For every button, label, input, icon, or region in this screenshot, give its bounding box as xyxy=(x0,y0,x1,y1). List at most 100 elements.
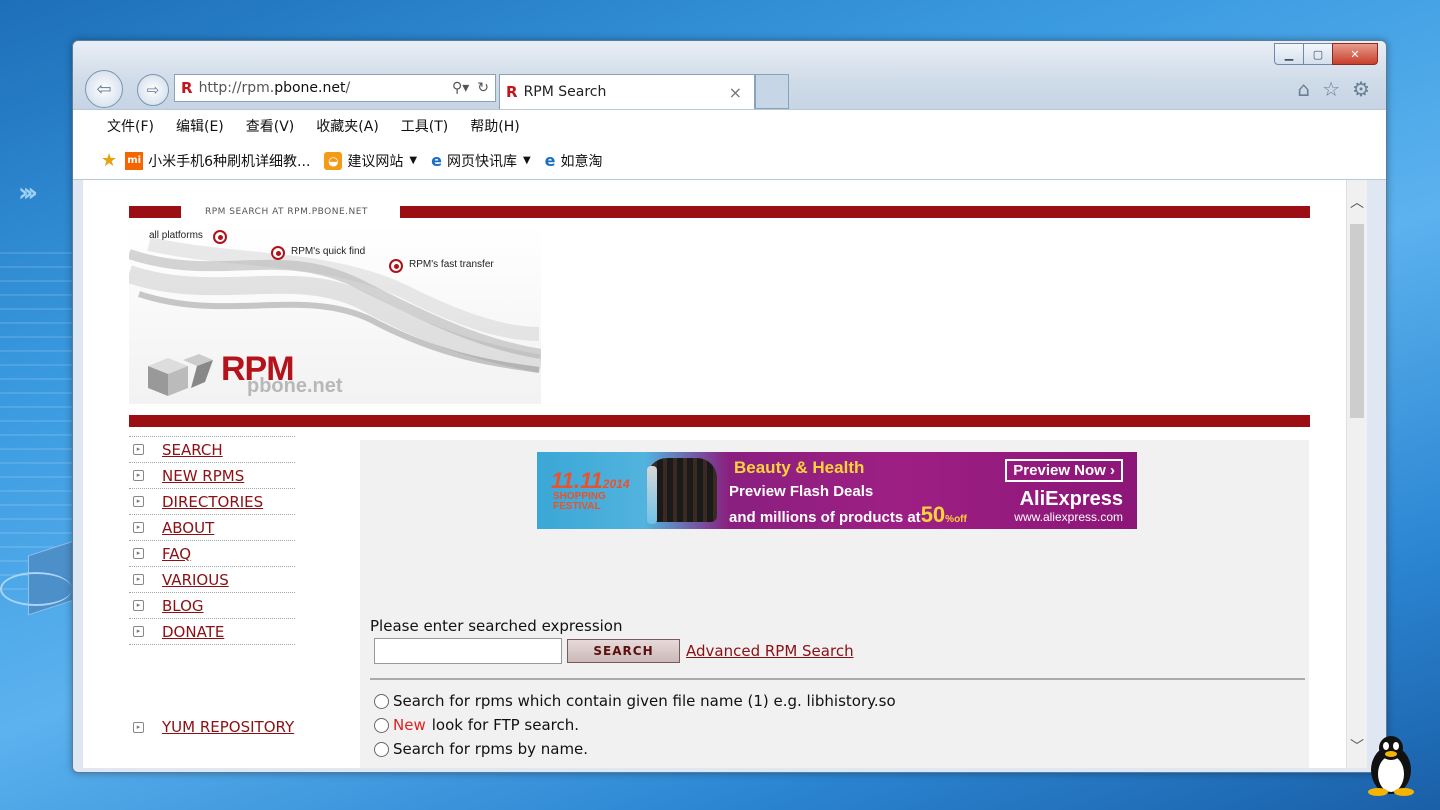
tux-penguin-icon xyxy=(1368,736,1414,796)
address-url: http://rpm.pbone.net/ xyxy=(198,80,351,96)
chevron-down-icon: ▼ xyxy=(409,155,418,166)
advanced-search-link[interactable]: Advanced RPM Search xyxy=(686,642,854,660)
settings-gear-icon[interactable]: ⚙ xyxy=(1352,77,1370,101)
ad-url: www.aliexpress.com xyxy=(1014,510,1123,524)
header-bar-left xyxy=(129,206,181,218)
bullet-icon: ▸ xyxy=(133,444,144,455)
search-button[interactable]: SEARCH xyxy=(567,639,680,663)
nav-item-search[interactable]: ▸ SEARCH xyxy=(129,436,295,462)
vertical-scrollbar[interactable]: ︿ ﹀ xyxy=(1346,180,1367,768)
ad-brush-image xyxy=(647,466,657,524)
bullet-icon: ▸ xyxy=(133,626,144,637)
radio-button[interactable] xyxy=(374,693,389,709)
new-tab-button[interactable] xyxy=(755,74,789,109)
minimize-button[interactable]: ▁ xyxy=(1274,43,1304,65)
favorite-item-ruyitao[interactable]: e 如意淘 xyxy=(545,151,603,171)
title-bar: ▁ ▢ ✕ ⇦ ⇨ R http://rpm.pbone.net/ ⚲▾ ↻ R… xyxy=(73,41,1386,109)
left-navigation: ▸ SEARCH ▸ NEW RPMS ▸ DIRECTORIES ▸ ABOUT ▸ F… xyxy=(129,436,295,645)
favorites-add-icon[interactable]: ★ xyxy=(101,150,117,171)
menu-bar: 文件(F) 编辑(E) 查看(V) 收藏夹(A) 工具(T) 帮助(H) xyxy=(73,109,1386,142)
bullet-icon: ▸ xyxy=(133,600,144,611)
close-button[interactable]: ✕ xyxy=(1332,43,1378,65)
back-button[interactable]: ⇦ xyxy=(85,70,123,108)
menu-view[interactable]: 查看(V) xyxy=(246,116,295,136)
tab-close-icon[interactable]: × xyxy=(729,83,742,102)
search-prompt: Please enter searched expression xyxy=(370,617,623,635)
desktop-arrows-icon: ››› xyxy=(18,178,38,208)
banner-label-fast-transfer: RPM's fast transfer xyxy=(409,259,494,270)
site-banner: all platforms RPM's quick find RPM's fas… xyxy=(129,224,541,404)
address-bar[interactable]: R http://rpm.pbone.net/ ⚲▾ ↻ xyxy=(174,74,496,102)
nav-item-faq[interactable]: ▸ FAQ xyxy=(129,540,295,566)
ie-icon: e xyxy=(544,151,556,170)
favorite-item-xiaomi[interactable]: mi 小米手机6种刷机详细教... xyxy=(125,151,310,171)
option-ftp-search[interactable]: New look for FTP search. xyxy=(374,716,579,734)
pbone-logo: pbone.net xyxy=(247,375,343,397)
tab-rpm-search[interactable]: R RPM Search × xyxy=(499,74,755,109)
ie-icon: e xyxy=(431,151,442,170)
window-controls: ▁ ▢ ✕ xyxy=(1274,43,1378,65)
bullet-icon: ▸ xyxy=(133,470,144,481)
banner-dot-icon xyxy=(213,230,227,244)
bullet-icon: ▸ xyxy=(133,522,144,533)
new-badge: New xyxy=(393,716,426,734)
nav-item-blog[interactable]: ▸ BLOG xyxy=(129,592,295,618)
menu-help[interactable]: 帮助(H) xyxy=(470,116,519,136)
ad-festival: SHOPPING FESTIVAL xyxy=(553,491,606,512)
ad-headline: Beauty & Health xyxy=(734,458,865,477)
bullet-icon: ▸ xyxy=(133,721,144,733)
menu-tools[interactable]: 工具(T) xyxy=(401,116,448,136)
banner-label-quick-find: RPM's quick find xyxy=(291,246,366,257)
favorite-item-suggested-sites[interactable]: ◒ 建议网站 ▼ xyxy=(324,151,417,171)
banner-label-all-platforms: all platforms xyxy=(149,230,203,241)
search-input[interactable] xyxy=(374,638,562,664)
aliexpress-ad-banner[interactable]: 11.112014 SHOPPING FESTIVAL Beauty & Heal… xyxy=(537,452,1137,529)
scrollbar-thumb[interactable] xyxy=(1350,224,1364,418)
bullet-icon: ▸ xyxy=(133,574,144,585)
menu-file[interactable]: 文件(F) xyxy=(107,116,154,136)
mi-icon: mi xyxy=(125,151,144,170)
radio-button[interactable] xyxy=(374,741,389,757)
forward-button[interactable]: ⇨ xyxy=(137,74,169,106)
tab-favicon-icon: R xyxy=(506,83,518,101)
bullet-icon: ▸ xyxy=(133,548,144,559)
nav-item-yum-repository[interactable]: ▸ YUM REPOSITORY xyxy=(129,718,294,736)
maximize-button[interactable]: ▢ xyxy=(1303,43,1333,65)
search-icon[interactable]: ⚲▾ xyxy=(452,80,469,96)
favorites-star-icon[interactable]: ☆ xyxy=(1322,77,1340,101)
menu-edit[interactable]: 编辑(E) xyxy=(176,116,224,136)
option-name-search[interactable]: Search for rpms by name. xyxy=(374,740,588,758)
refresh-icon[interactable]: ↻ xyxy=(477,80,489,96)
nav-item-directories[interactable]: ▸ DIRECTORIES xyxy=(129,488,295,514)
nav-item-new-rpms[interactable]: ▸ NEW RPMS xyxy=(129,462,295,488)
scroll-up-icon[interactable]: ︿ xyxy=(1347,192,1367,212)
header-text: RPM SEARCH AT RPM.PBONE.NET xyxy=(205,207,368,217)
chevron-down-icon: ▼ xyxy=(522,155,531,166)
suggested-sites-icon: ◒ xyxy=(324,151,343,170)
nav-item-various[interactable]: ▸ VARIOUS xyxy=(129,566,295,592)
page-content: ︿ ﹀ RPM SEARCH AT RPM.PBONE.NET all plat… xyxy=(83,180,1367,768)
bullet-icon: ▸ xyxy=(133,496,144,507)
banner-bottom-bar xyxy=(129,415,1310,427)
desktop-wallpaper-lines xyxy=(0,250,72,590)
option-file-name-search[interactable]: Search for rpms which contain given file… xyxy=(374,692,896,710)
search-row: SEARCH Advanced RPM Search xyxy=(374,638,854,664)
nav-item-donate[interactable]: ▸ DONATE xyxy=(129,618,295,645)
search-panel: 11.112014 SHOPPING FESTIVAL Beauty & Heal… xyxy=(360,440,1309,768)
tab-title: RPM Search xyxy=(523,84,607,100)
favorite-item-web-slices[interactable]: e 网页快讯库 ▼ xyxy=(431,151,531,171)
favorites-bar: ★ mi 小米手机6种刷机详细教... ◒ 建议网站 ▼ e 网页快讯库 ▼ e… xyxy=(73,142,1386,180)
ad-preview-button[interactable]: Preview Now › xyxy=(1005,459,1123,482)
desktop-arc-decoration xyxy=(0,572,72,606)
radio-button[interactable] xyxy=(374,717,389,733)
browser-window: ▁ ▢ ✕ ⇦ ⇨ R http://rpm.pbone.net/ ⚲▾ ↻ R… xyxy=(72,40,1387,773)
ad-line1: Preview Flash Deals xyxy=(729,483,874,500)
aliexpress-logo: AliExpress xyxy=(1019,488,1123,510)
menu-favorites[interactable]: 收藏夹(A) xyxy=(316,116,379,136)
banner-dot-icon xyxy=(389,259,403,273)
nav-item-about[interactable]: ▸ ABOUT xyxy=(129,514,295,540)
site-favicon-icon: R xyxy=(181,79,193,97)
ad-product-image xyxy=(647,458,717,522)
home-icon[interactable]: ⌂ xyxy=(1297,77,1310,101)
divider xyxy=(370,678,1305,680)
